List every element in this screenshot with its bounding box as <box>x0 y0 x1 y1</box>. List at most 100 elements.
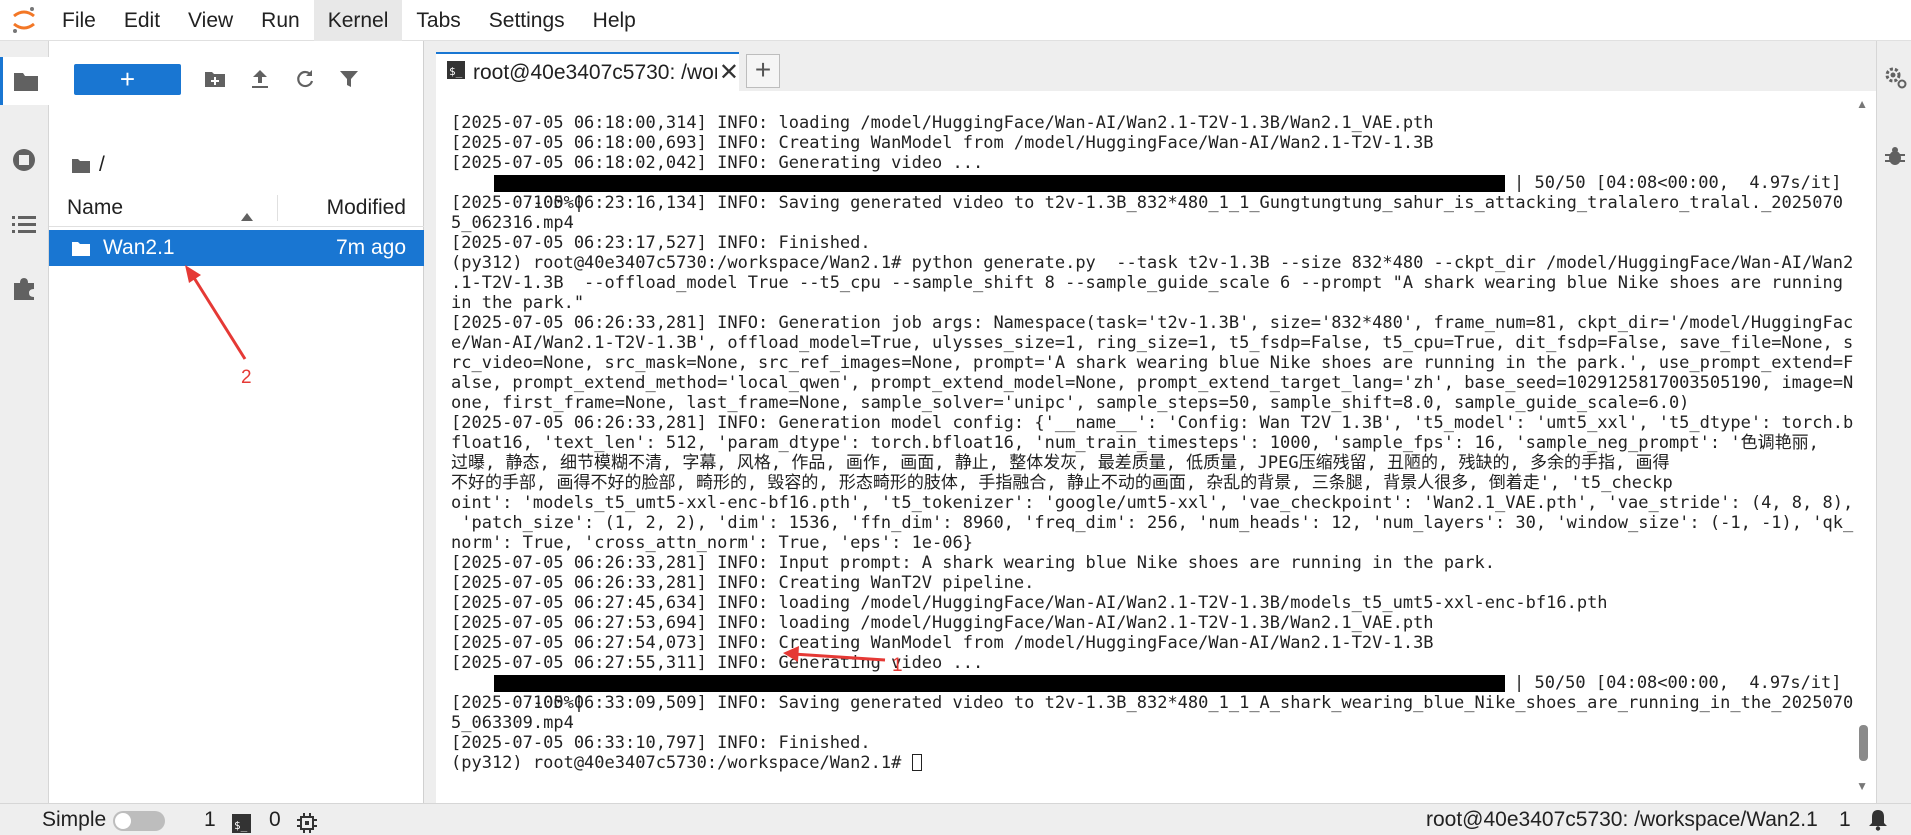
sort-ascending-icon[interactable] <box>241 203 253 227</box>
terminal-lines-b: [2025-07-05 06:23:16,134] INFO: Saving g… <box>451 193 1854 673</box>
terminal-line: 过曝, 静态, 细节模糊不清, 字幕, 风格, 作品, 画作, 画面, 静止, … <box>451 453 1670 473</box>
terminal-line: .1-T2V-1.3B --offload_model True --t5_cp… <box>451 273 1843 293</box>
file-row-wan2.1[interactable]: Wan2.1 7m ago <box>49 230 424 266</box>
simple-mode-toggle[interactable] <box>113 811 165 831</box>
kernel-count[interactable]: 1 <box>204 804 216 835</box>
progress-line-2: 100%| | 50/50 [04:08<00:00, 4.97s/it] <box>451 673 1846 713</box>
terminal-line: [2025-07-05 06:33:10,797] INFO: Finished… <box>451 733 871 753</box>
terminal-line: [2025-07-05 06:26:33,281] INFO: Generati… <box>451 313 1854 333</box>
toggle-knob <box>115 813 131 829</box>
file-name: Wan2.1 <box>103 236 175 259</box>
simple-mode-label: Simple <box>42 808 107 831</box>
kernel-chip-icon[interactable] <box>297 811 317 835</box>
annotation-label-2: 2 <box>241 367 252 388</box>
close-icon[interactable]: ✕ <box>719 58 739 87</box>
new-launcher-button[interactable]: + <box>74 64 181 95</box>
menu-kernel[interactable]: Kernel <box>313 0 403 41</box>
table-of-contents-icon[interactable] <box>0 200 48 248</box>
terminal-lines-a: [2025-07-05 06:18:00,314] INFO: loading … <box>451 113 1846 173</box>
terminal-prompt: (py312) root@40e3407c5730:/workspace/Wan… <box>451 753 912 773</box>
terminal-line: one, first_frame=None, last_frame=None, … <box>451 393 1690 413</box>
progress-1-stats: | 50/50 [04:08<00:00, 4.97s/it] <box>1514 173 1842 193</box>
terminal-cursor <box>911 754 922 771</box>
terminal-line: 不好的手部, 画得不好的脸部, 畸形的, 毁容的, 形态畸形的肢体, 手指融合,… <box>451 473 1673 493</box>
terminal-line: [2025-07-05 06:18:00,693] INFO: Creating… <box>451 133 1434 153</box>
breadcrumb-root[interactable]: / <box>99 153 105 177</box>
notification-bell-icon[interactable] <box>1868 809 1888 835</box>
menu-view[interactable]: View <box>174 0 247 41</box>
scroll-down-icon[interactable]: ▼ <box>1856 779 1868 793</box>
progress-line-1: 100%| | 50/50 [04:08<00:00, 4.97s/it] <box>451 173 1846 213</box>
terminal-icon: $_ <box>447 60 465 85</box>
terminal-line: oint': 'models_t5_umt5-xxl-enc-bf16.pth'… <box>451 493 1854 513</box>
annotation-arrow-1-icon <box>783 646 886 662</box>
progress-bar-2 <box>494 675 1505 692</box>
column-modified-header[interactable]: Modified <box>327 189 406 227</box>
refresh-icon[interactable] <box>289 63 321 95</box>
terminal-line: e/Wan-AI/Wan2.1-T2V-1.3B', offload_model… <box>451 333 1854 353</box>
terminal-line: [2025-07-05 06:23:17,527] INFO: Finished… <box>451 233 871 253</box>
running-sessions-icon[interactable] <box>0 136 48 184</box>
terminal-line: 5_063309.mp4 <box>451 713 574 733</box>
folder-icon[interactable] <box>0 57 49 105</box>
terminal-line: [2025-07-05 06:18:02,042] INFO: Generati… <box>451 153 984 173</box>
debugger-bug-icon[interactable] <box>1884 145 1906 172</box>
terminal-line: [2025-07-05 06:33:09,509] INFO: Saving g… <box>451 693 1854 713</box>
breadcrumb-folder-icon <box>72 158 90 173</box>
new-folder-icon[interactable] <box>199 63 231 95</box>
terminal-status-icon[interactable]: $_ <box>232 811 251 835</box>
terminal-line: [2025-07-05 06:18:00,314] INFO: loading … <box>451 113 1434 133</box>
menu-tabs[interactable]: Tabs <box>402 0 474 41</box>
scrollbar-thumb[interactable] <box>1859 725 1868 761</box>
menu-bar: File Edit View Run Kernel Tabs Settings … <box>0 0 1911 41</box>
terminal-line: [2025-07-05 06:27:45,634] INFO: loading … <box>451 593 1608 613</box>
property-inspector-gear-icon[interactable] <box>1883 65 1907 94</box>
terminal-line: [2025-07-05 06:26:33,281] INFO: Input pr… <box>451 553 1495 573</box>
terminal-line: [2025-07-05 06:26:33,281] INFO: Creating… <box>451 573 1035 593</box>
terminal-line: [2025-07-05 06:23:16,134] INFO: Saving g… <box>451 193 1843 213</box>
terminal-line: 'patch_size': (1, 2, 2), 'dim': 1536, 'f… <box>451 513 1854 533</box>
extensions-icon[interactable] <box>0 264 48 312</box>
filter-icon[interactable] <box>333 63 365 95</box>
tab-terminal[interactable]: $_ root@40e3407c5730: /wor ✕ <box>436 52 739 91</box>
status-path: root@40e3407c5730: /workspace/Wan2.1 <box>1426 808 1818 831</box>
breadcrumb[interactable]: / <box>71 150 105 180</box>
main-area: $_ root@40e3407c5730: /wor ✕ + [2025-07-… <box>424 41 1876 803</box>
file-modified: 7m ago <box>335 236 406 259</box>
tab-bar: $_ root@40e3407c5730: /wor ✕ + <box>424 41 1876 91</box>
svg-text:$_: $_ <box>449 65 463 78</box>
terminal-prompt-line[interactable]: (py312) root@40e3407c5730:/workspace/Wan… <box>451 753 1846 773</box>
annotation-arrow-2-icon <box>185 265 247 360</box>
terminal-line: in the park." <box>451 293 585 313</box>
terminal-line: [2025-07-05 06:27:55,311] INFO: Generati… <box>451 653 984 673</box>
jupyter-logo-icon <box>0 0 48 41</box>
menu-settings[interactable]: Settings <box>475 0 579 41</box>
menu-edit[interactable]: Edit <box>110 0 174 41</box>
column-name-header[interactable]: Name <box>67 189 123 227</box>
terminal-output[interactable]: [2025-07-05 06:18:00,314] INFO: loading … <box>451 113 1854 773</box>
menu-run[interactable]: Run <box>247 0 314 41</box>
terminal-count[interactable]: 0 <box>269 804 281 835</box>
svg-text:$_: $_ <box>234 819 248 832</box>
progress-2-percent: 100%| <box>532 693 585 713</box>
add-tab-button[interactable]: + <box>746 54 780 88</box>
menu-help[interactable]: Help <box>579 0 650 41</box>
terminal-line: rc_video=None, src_mask=None, src_ref_im… <box>451 353 1854 373</box>
terminal-line: (py312) root@40e3407c5730:/workspace/Wan… <box>451 253 1854 273</box>
scroll-up-icon[interactable]: ▲ <box>1856 97 1868 111</box>
status-count[interactable]: 1 <box>1839 804 1851 835</box>
terminal-line: float16, 'text_len': 512, 'param_dtype':… <box>451 433 1819 453</box>
column-divider[interactable] <box>277 195 278 221</box>
terminal-line: [2025-07-05 06:27:53,694] INFO: loading … <box>451 613 1434 633</box>
terminal-line: 5_062316.mp4 <box>451 213 574 233</box>
progress-1-percent: 100%| <box>532 193 585 213</box>
menu-file[interactable]: File <box>48 0 110 41</box>
terminal-panel[interactable]: [2025-07-05 06:18:00,314] INFO: loading … <box>436 91 1876 803</box>
terminal-line: [2025-07-05 06:26:33,281] INFO: Generati… <box>451 413 1854 433</box>
terminal-line: [2025-07-05 06:27:54,073] INFO: Creating… <box>451 633 1434 653</box>
progress-2-stats: | 50/50 [04:08<00:00, 4.97s/it] <box>1514 673 1842 693</box>
annotation-label-1: 1 <box>892 655 903 676</box>
upload-icon[interactable] <box>244 63 276 95</box>
left-activity-bar <box>0 41 49 803</box>
progress-bar-1 <box>494 175 1505 192</box>
